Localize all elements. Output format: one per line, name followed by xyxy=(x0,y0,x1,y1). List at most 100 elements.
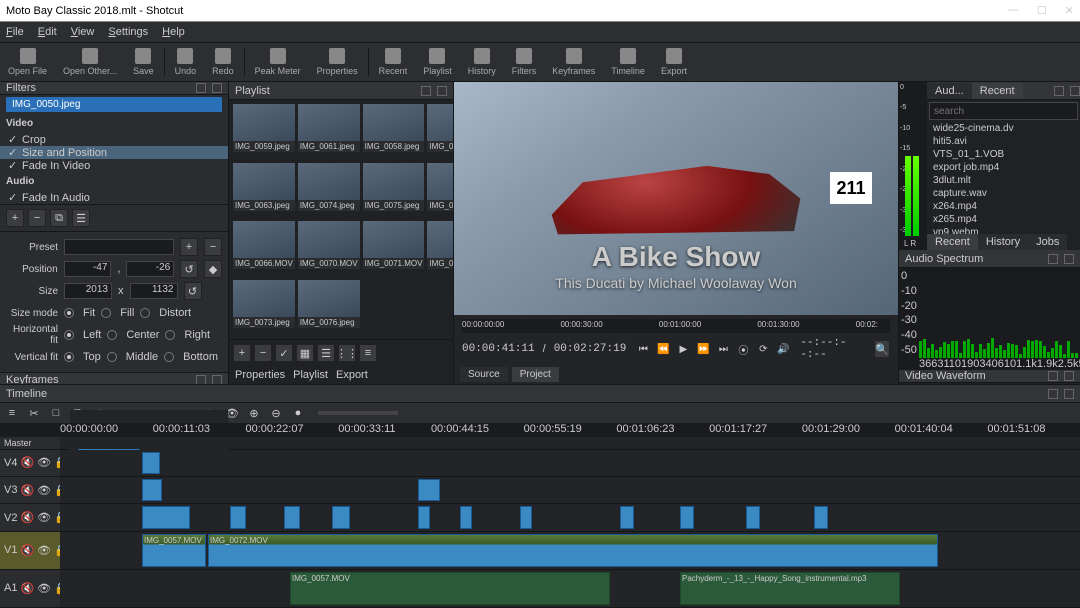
player-scrubber[interactable]: 00:00:00:0000:00:30:0000:01:00:0000:01:3… xyxy=(462,319,890,333)
eye-icon[interactable]: 👁 xyxy=(37,511,51,524)
timeline-clip[interactable]: IMG_0072.MOV xyxy=(208,534,938,567)
panel-detach-icon[interactable] xyxy=(421,86,431,96)
tab-jobs[interactable]: Jobs xyxy=(1028,234,1067,250)
sizemode-fill-radio[interactable] xyxy=(101,308,111,318)
tab-playlist[interactable]: Playlist xyxy=(293,369,328,381)
tab-recent[interactable]: Recent xyxy=(972,83,1023,99)
track-master[interactable]: Master xyxy=(0,437,60,449)
filter-remove-button[interactable]: − xyxy=(28,209,46,227)
sizemode-distort-radio[interactable] xyxy=(140,308,150,318)
playlist-item[interactable]: IMG_0066.MOV xyxy=(233,221,295,269)
panel-close-icon[interactable] xyxy=(212,83,222,93)
toolbar-history-button[interactable]: History xyxy=(460,43,504,81)
panel-detach-icon[interactable] xyxy=(1048,371,1058,381)
recent-file-item[interactable]: hiti5.avi xyxy=(927,135,1080,148)
toolbar-export-button[interactable]: Export xyxy=(653,43,695,81)
player-control-5[interactable]: ⦿ xyxy=(734,340,752,358)
panel-close-icon[interactable] xyxy=(1064,254,1074,264)
track-header[interactable]: V2🔇👁🔒 xyxy=(0,504,60,530)
playlist-item[interactable]: IMG_0070.MOV xyxy=(298,221,360,269)
timeline-clip[interactable] xyxy=(520,506,532,528)
player-zoom-button[interactable]: 🔍 xyxy=(874,340,890,358)
vfit-bottom-radio[interactable] xyxy=(164,352,174,362)
player-control-4[interactable]: ⏭ xyxy=(714,340,732,358)
track-body[interactable]: IMG_0057.MOVPachyderm_-_13_-_Happy_Song_… xyxy=(60,570,1080,607)
recent-file-item[interactable]: 3dlut.mlt xyxy=(927,174,1080,187)
vfit-top-radio[interactable] xyxy=(64,352,74,362)
playlist-item[interactable]: IMG_0061.jpeg xyxy=(298,104,360,152)
track-body[interactable] xyxy=(60,477,1080,503)
track-header[interactable]: A1🔇👁🔒 xyxy=(0,570,60,607)
toolbar-redo-button[interactable]: Redo xyxy=(204,43,242,81)
preset-add-button[interactable]: + xyxy=(180,238,198,256)
close-button[interactable]: ✕ xyxy=(1065,4,1074,17)
toolbar-filters-button[interactable]: Filters xyxy=(504,43,545,81)
track-header[interactable]: V1🔇👁🔒 xyxy=(0,532,60,569)
timeline-tool-11[interactable]: ⊕ xyxy=(246,405,262,421)
filter-item-fade-in-video[interactable]: ✓Fade In Video xyxy=(0,159,228,172)
track-body[interactable]: IMG_0057.MOVIMG_0072.MOV xyxy=(60,532,1080,569)
timeline-tool-1[interactable]: ✂ xyxy=(26,405,42,421)
hfit-center-radio[interactable] xyxy=(107,330,117,340)
filter-add-button[interactable]: + xyxy=(6,209,24,227)
timeline-clip[interactable] xyxy=(284,506,300,528)
menu-edit[interactable]: Edit xyxy=(38,26,57,38)
eye-icon[interactable]: 👁 xyxy=(37,544,51,557)
recent-file-item[interactable]: wide25-cinema.dv xyxy=(927,122,1080,135)
filter-item-fade-in-audio[interactable]: ✓Fade In Audio xyxy=(0,191,228,204)
tab-source[interactable]: Source xyxy=(460,367,508,382)
toolbar-playlist-button[interactable]: Playlist xyxy=(415,43,460,81)
toolbar-open-other-button[interactable]: Open Other... xyxy=(55,43,125,81)
position-reset-button[interactable]: ↺ xyxy=(180,260,198,278)
playlist-item[interactable]: IMG_0076.jpeg xyxy=(298,280,360,328)
mute-icon[interactable]: 🔇 xyxy=(20,511,34,524)
panel-detach-icon[interactable] xyxy=(1054,86,1064,96)
filter-menu-button[interactable]: ☰ xyxy=(72,209,90,227)
panel-detach-icon[interactable] xyxy=(1048,389,1058,399)
toolbar-meter-button[interactable]: Peak Meter xyxy=(247,43,309,81)
eye-icon[interactable]: 👁 xyxy=(37,456,51,469)
playlist-item[interactable]: IMG_0071.MOV xyxy=(363,221,425,269)
timeline-clip[interactable]: IMG_0057.MOV xyxy=(142,534,206,567)
panel-close-icon[interactable] xyxy=(437,86,447,96)
mute-icon[interactable]: 🔇 xyxy=(20,544,34,557)
timeline-clip[interactable] xyxy=(332,506,350,528)
toolbar-timeline-button[interactable]: Timeline xyxy=(603,43,653,81)
hfit-left-radio[interactable] xyxy=(64,330,74,340)
playlist-item[interactable]: IMG_0067.jpeg xyxy=(427,163,453,211)
timeline-tool-2[interactable]: □ xyxy=(48,405,64,421)
toolbar-keyframes-button[interactable]: Keyframes xyxy=(544,43,603,81)
timeline-zoom-slider[interactable] xyxy=(318,411,398,415)
timeline-clip[interactable] xyxy=(142,479,162,501)
menu-help[interactable]: Help xyxy=(162,26,185,38)
minimize-button[interactable]: — xyxy=(1008,4,1019,17)
menu-settings[interactable]: Settings xyxy=(108,26,148,38)
playlist-bar-button-1[interactable]: − xyxy=(254,344,272,362)
tab-audio-meter[interactable]: Aud... xyxy=(927,83,972,99)
filter-copy-button[interactable]: ⧉ xyxy=(50,209,68,227)
recent-file-item[interactable]: x265.mp4 xyxy=(927,213,1080,226)
panel-close-icon[interactable] xyxy=(1064,389,1074,399)
timeline-clip[interactable] xyxy=(142,506,190,528)
playlist-bar-button-3[interactable]: ▦ xyxy=(296,344,314,362)
filter-item-size-position[interactable]: ✓Size and Position xyxy=(0,146,228,159)
timeline-clip[interactable]: IMG_0057.MOV xyxy=(290,572,610,605)
video-preview[interactable]: 211 A Bike Show This Ducati by Michael W… xyxy=(454,82,898,315)
recent-search-input[interactable] xyxy=(929,102,1078,120)
timeline-tool-13[interactable]: ● xyxy=(290,405,306,421)
player-control-1[interactable]: ⏪ xyxy=(654,340,672,358)
playlist-bar-button-5[interactable]: ⋮⋮ xyxy=(338,344,356,362)
playlist-bar-button-0[interactable]: + xyxy=(233,344,251,362)
toolbar-open-button[interactable]: Open File xyxy=(0,43,55,81)
timeline-tool-12[interactable]: ⊖ xyxy=(268,405,284,421)
timeline-ruler[interactable]: 00:00:00:0000:00:11:0300:00:22:0700:00:3… xyxy=(0,423,1080,437)
position-keyframe-button[interactable]: ◆ xyxy=(204,260,222,278)
position-x-input[interactable]: -47 xyxy=(64,261,112,277)
playlist-item[interactable]: IMG_0073.jpeg xyxy=(233,280,295,328)
timeline-clip[interactable] xyxy=(620,506,634,528)
preset-select[interactable] xyxy=(64,239,174,255)
mute-icon[interactable]: 🔇 xyxy=(20,456,34,469)
panel-close-icon[interactable] xyxy=(1070,86,1080,96)
track-body[interactable] xyxy=(60,504,1080,530)
playlist-item[interactable]: IMG_0072.MOV xyxy=(427,221,453,269)
